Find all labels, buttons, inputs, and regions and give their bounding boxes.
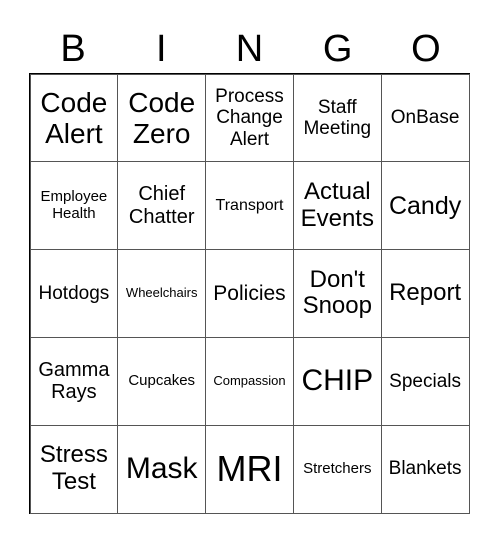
bingo-cell[interactable]: Hotdogs <box>29 249 119 338</box>
bingo-cell-text: Stretchers <box>303 459 372 477</box>
bingo-cell-text: Report <box>389 279 462 307</box>
bingo-cell[interactable]: Stretchers <box>292 424 382 514</box>
bingo-cell[interactable]: Code Zero <box>117 73 207 163</box>
bingo-cell-text: MRI <box>216 447 283 489</box>
bingo-cell[interactable]: Process Change Alert <box>205 73 294 163</box>
header-letter: G <box>322 28 353 70</box>
bingo-cell-text: Candy <box>388 191 462 220</box>
bingo-cell[interactable]: Employee Health <box>29 161 119 251</box>
bingo-header: B I N G O <box>29 26 470 72</box>
bingo-cell-text: Chief Chatter <box>128 183 195 228</box>
bingo-cell-text: Employee Health <box>40 187 108 222</box>
bingo-cell-text: Staff Meeting <box>303 96 372 139</box>
bingo-cell[interactable]: Specials <box>380 336 470 426</box>
header-letter: I <box>156 28 167 70</box>
header-letter: B <box>60 28 86 70</box>
bingo-cell-text: Mask <box>125 452 198 486</box>
bingo-cell-text: Hotdogs <box>38 282 110 304</box>
bingo-cell-text: Don't Snoop <box>302 265 372 320</box>
bingo-cell[interactable]: Transport <box>205 161 294 251</box>
bingo-cell[interactable]: Code Alert <box>29 73 119 163</box>
bingo-cell[interactable]: Don't Snoop <box>292 249 382 338</box>
bingo-cell-text: Transport <box>215 196 284 214</box>
bingo-cell-text: OnBase <box>390 107 460 129</box>
bingo-cell[interactable]: Chief Chatter <box>117 161 207 251</box>
bingo-cell[interactable]: Mask <box>117 424 207 514</box>
bingo-cell[interactable]: Actual Events <box>292 161 382 251</box>
bingo-cell-text: Compassion <box>213 373 286 389</box>
bingo-cell-text: Blankets <box>388 458 462 480</box>
bingo-cell-text: Code Zero <box>128 86 196 149</box>
bingo-cell-text: Code Alert <box>40 86 108 149</box>
bingo-grid: Code Alert Code Zero Process Change Alert S… <box>29 73 470 514</box>
bingo-cell-text: Wheelchairs <box>125 285 198 301</box>
bingo-cell-text: Specials <box>389 370 461 392</box>
bingo-cell-text: Policies <box>213 281 286 305</box>
bingo-cell-text: Process Change Alert <box>215 86 284 150</box>
bingo-cell[interactable]: Candy <box>380 161 470 251</box>
bingo-cell-text: Gamma Rays <box>38 358 110 404</box>
bingo-cell[interactable]: Policies <box>205 249 294 338</box>
header-letter: O <box>411 28 441 70</box>
bingo-cell[interactable]: Staff Meeting <box>292 73 382 163</box>
header-letter: N <box>235 28 264 70</box>
bingo-cell-text: Actual Events <box>300 177 374 232</box>
bingo-cell[interactable]: Report <box>380 249 470 338</box>
bingo-cell[interactable]: OnBase <box>380 73 470 163</box>
bingo-cell[interactable]: Gamma Rays <box>29 336 119 426</box>
bingo-cell[interactable]: CHIP <box>292 336 382 426</box>
bingo-cell-text: CHIP <box>301 364 374 398</box>
bingo-cell[interactable]: Blankets <box>380 424 470 514</box>
bingo-cell-text: Cupcakes <box>128 371 196 389</box>
bingo-cell[interactable]: Wheelchairs <box>117 249 207 338</box>
bingo-cell[interactable]: MRI <box>205 424 294 514</box>
bingo-cell[interactable]: Compassion <box>205 336 294 426</box>
bingo-cell[interactable]: Stress Test <box>29 424 119 514</box>
bingo-cell[interactable]: Cupcakes <box>117 336 207 426</box>
bingo-cell-text: Stress Test <box>39 441 108 496</box>
